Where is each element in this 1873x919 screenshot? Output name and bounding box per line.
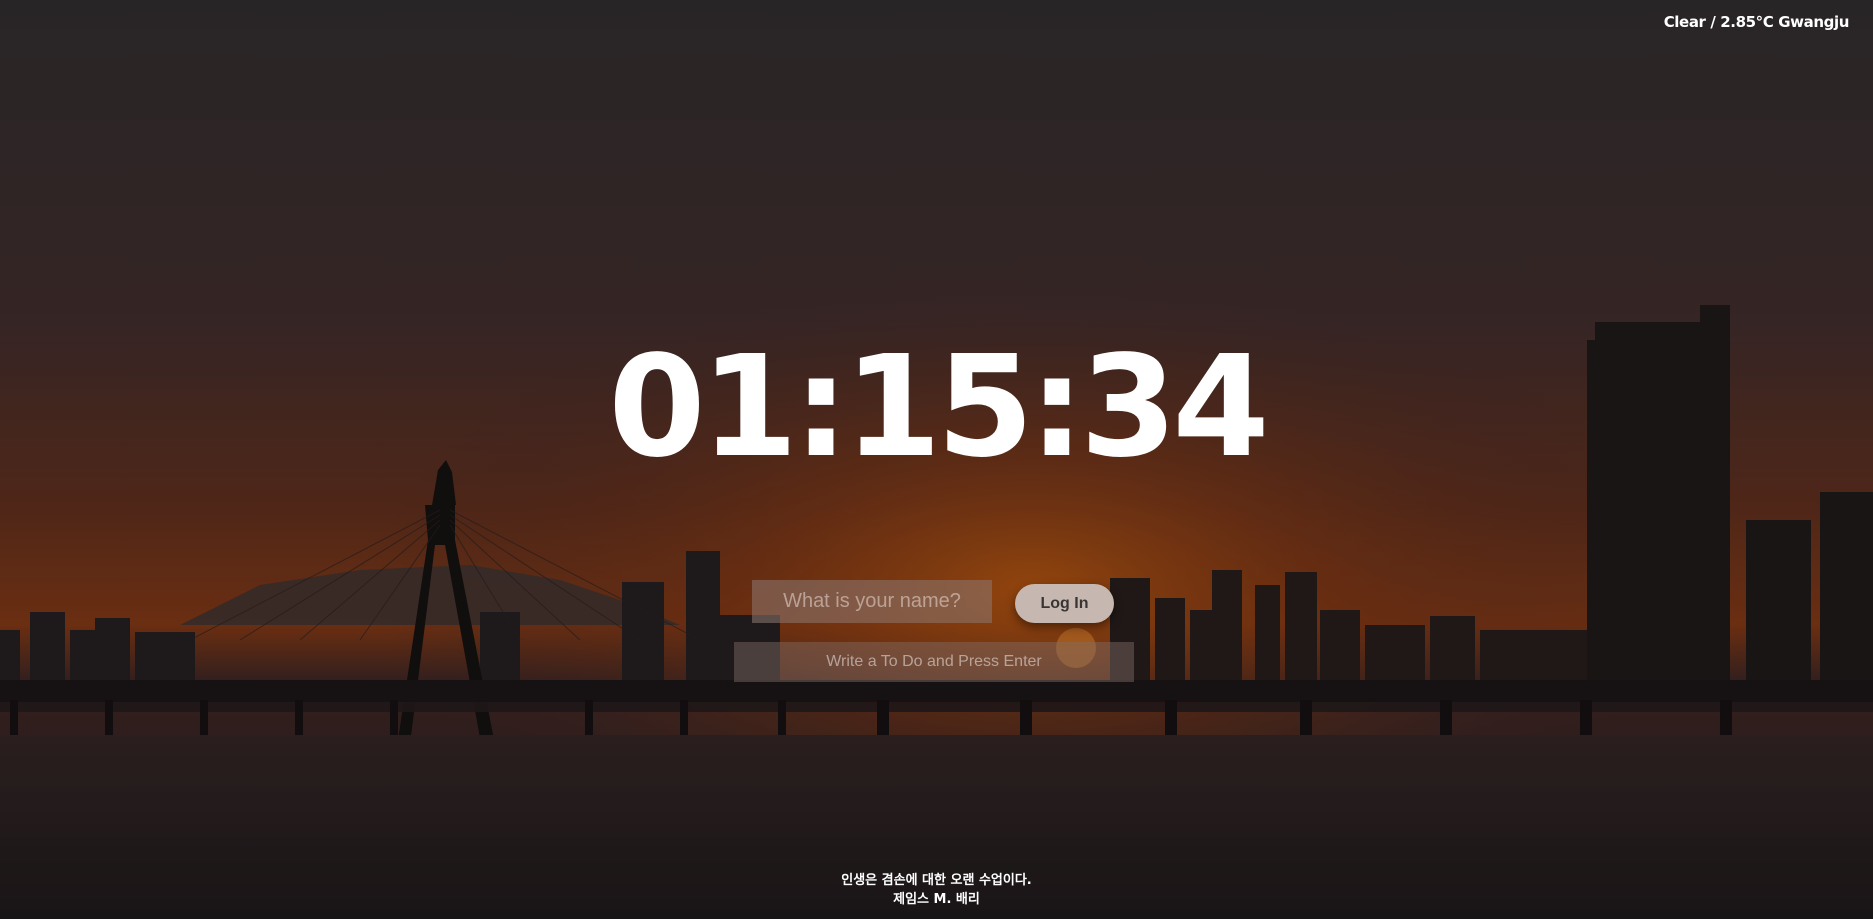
login-button[interactable]: Log In [1015, 584, 1114, 623]
quote-author: 제임스 M. 배리 [893, 892, 980, 907]
page: Clear / 2.85℃ Gwangju 01:15:34 Log In 인생… [0, 0, 1873, 919]
quote-text: 인생은 겸손에 대한 오랜 수업이다. [841, 873, 1032, 888]
todo-input[interactable] [734, 642, 1134, 682]
name-input[interactable] [752, 580, 992, 623]
weather-status: Clear / 2.85℃ Gwangju [1663, 13, 1850, 31]
clock: 01:15:34 [608, 326, 1269, 489]
login-form: Log In [752, 580, 1114, 624]
quote: 인생은 겸손에 대한 오랜 수업이다. 제임스 M. 배리 [0, 871, 1873, 909]
